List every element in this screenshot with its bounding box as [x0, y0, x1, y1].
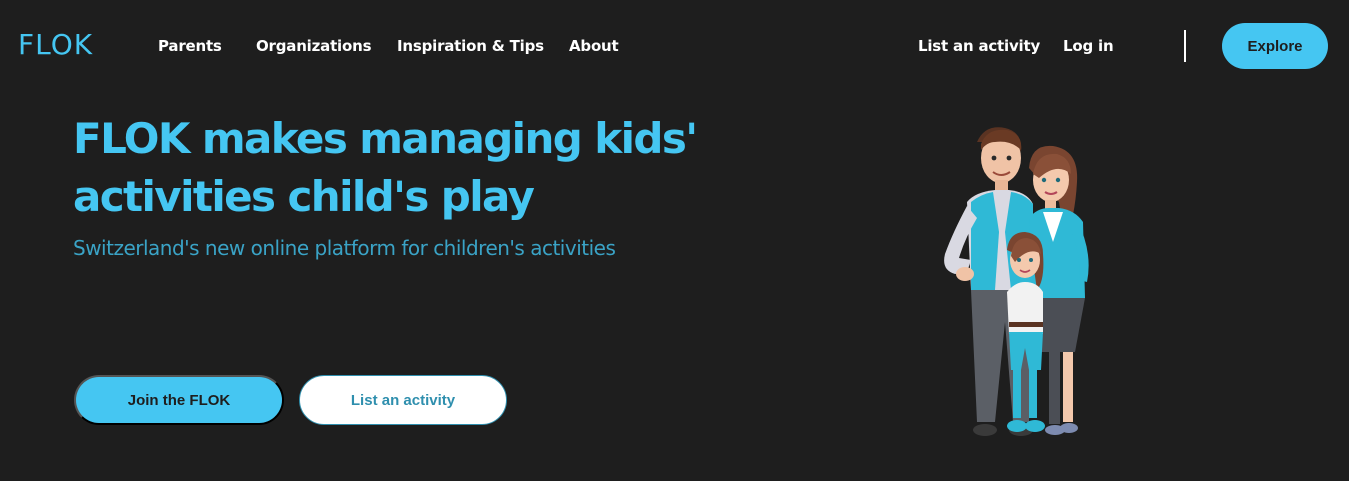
- join-the-flok-button[interactable]: Join the FLOK: [74, 375, 284, 425]
- nav-link-parents[interactable]: Parents: [158, 36, 222, 56]
- nav-link-about[interactable]: About: [569, 36, 619, 56]
- nav-link-log-in[interactable]: Log in: [1063, 36, 1114, 56]
- nav-link-inspiration-tips[interactable]: Inspiration & Tips: [397, 36, 544, 56]
- explore-button[interactable]: Explore: [1222, 23, 1328, 69]
- top-navigation: FLOK Parents Organizations Inspiration &…: [0, 0, 1349, 92]
- nav-divider: [1184, 30, 1186, 62]
- landing-page: FLOK Parents Organizations Inspiration &…: [0, 0, 1349, 481]
- nav-link-list-activity[interactable]: List an activity: [918, 36, 1040, 56]
- family-illustration: [944, 127, 1089, 436]
- hero-subtitle: Switzerland's new online platform for ch…: [73, 236, 616, 260]
- hero-title: FLOK makes managing kids' activities chi…: [73, 114, 698, 221]
- nav-link-organizations[interactable]: Organizations: [256, 36, 372, 56]
- list-activity-button[interactable]: List an activity: [299, 375, 507, 425]
- flok-logo[interactable]: FLOK: [18, 31, 93, 59]
